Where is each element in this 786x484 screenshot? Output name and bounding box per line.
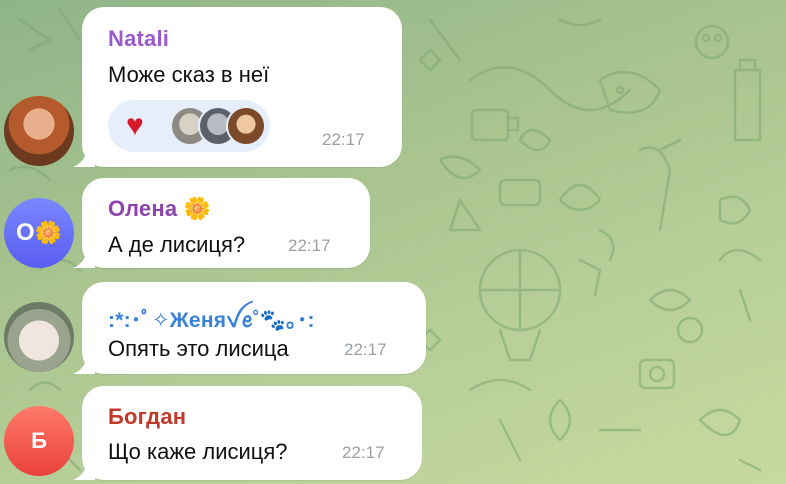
message-time: 22:17 <box>342 443 385 462</box>
bubble-tail <box>73 145 95 167</box>
reaction-chip[interactable]: ♥ <box>108 100 270 152</box>
avatar-letter: Б <box>31 428 47 453</box>
bubble-tail <box>73 246 95 268</box>
flower-icon: 🌼 <box>34 220 63 245</box>
message-text: Може сказ в неї <box>108 62 270 87</box>
flower-icon: 🌼 <box>183 196 212 221</box>
message-text: Що каже лисиця? <box>108 439 288 464</box>
sender-name[interactable]: Богдан <box>108 404 186 430</box>
avatar-bogdan[interactable]: Б <box>4 406 74 476</box>
message-time: 22:17 <box>344 340 387 359</box>
message-time: 22:17 <box>288 236 331 255</box>
avatar-natali[interactable] <box>4 96 74 166</box>
avatar-olena[interactable]: О 🌼 <box>4 198 74 268</box>
heart-reaction-icon: ♥ <box>126 109 144 142</box>
message-time: 22:17 <box>322 130 365 149</box>
reactor-avatar <box>226 106 266 146</box>
sender-name-text: Олена <box>108 196 178 221</box>
message-text: Опять это лисица <box>108 336 289 361</box>
sender-name[interactable]: Олена 🌼 <box>108 196 211 222</box>
bubble-tail <box>73 352 95 374</box>
message-bubble[interactable] <box>82 386 422 480</box>
bubble-tail <box>73 458 95 480</box>
sender-name[interactable]: Natali <box>108 26 169 52</box>
avatar-zhenya[interactable] <box>4 302 74 372</box>
message-text: А де лисиця? <box>108 232 246 257</box>
avatar-letter: О <box>15 219 35 246</box>
